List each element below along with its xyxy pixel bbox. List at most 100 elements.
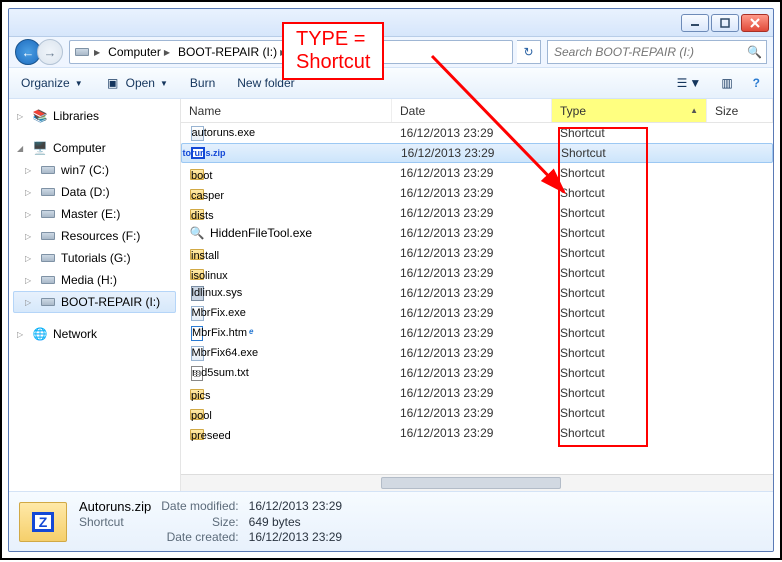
file-row[interactable]: preseed16/12/2013 23:29Shortcut — [181, 423, 773, 443]
search-exe-icon: 🔍 — [189, 225, 205, 241]
file-row[interactable]: 🔍HiddenFileTool.exe16/12/2013 23:29Short… — [181, 223, 773, 243]
command-bar: Organize▼ ▣Open▼ Burn New folder ☰▼ ▥ ? — [9, 67, 773, 99]
file-name-cell: isolinux — [181, 265, 392, 281]
column-date[interactable]: Date — [392, 99, 552, 122]
help-button[interactable]: ? — [748, 73, 765, 93]
nav-forward-button[interactable]: → — [37, 39, 63, 65]
file-row[interactable]: MbrFix.htm16/12/2013 23:29Shortcut — [181, 323, 773, 343]
details-pane: Z Autoruns.zip Date modified: 16/12/2013… — [9, 491, 773, 551]
file-date-cell: 16/12/2013 23:29 — [392, 366, 552, 380]
view-toggle[interactable]: ☰▼ — [672, 73, 707, 93]
file-row[interactable]: install16/12/2013 23:29Shortcut — [181, 243, 773, 263]
file-date-cell: 16/12/2013 23:29 — [392, 126, 552, 140]
open-button[interactable]: ▣Open▼ — [101, 72, 172, 94]
details-modified: 16/12/2013 23:29 — [249, 499, 342, 514]
organize-button[interactable]: Organize▼ — [17, 73, 87, 93]
file-type-cell: Shortcut — [552, 326, 707, 340]
file-row[interactable]: pics16/12/2013 23:29Shortcut — [181, 383, 773, 403]
nav-network[interactable]: ▷🌐Network — [13, 323, 176, 345]
folder-icon: casper — [189, 185, 205, 201]
sort-asc-icon: ▲ — [690, 106, 698, 115]
file-row[interactable]: ldlinux.sys16/12/2013 23:29Shortcut — [181, 283, 773, 303]
column-size[interactable]: Size — [707, 99, 773, 122]
refresh-button[interactable]: ↻ — [517, 40, 541, 64]
file-row[interactable]: boot16/12/2013 23:29Shortcut — [181, 163, 773, 183]
search-box[interactable]: 🔍 — [547, 40, 767, 64]
burn-button[interactable]: Burn — [186, 73, 219, 93]
file-row[interactable]: autoruns.exe16/12/2013 23:29Shortcut — [181, 123, 773, 143]
file-row[interactable]: MbrFix64.exe 16/12/2013 23:29Shortcut — [181, 343, 773, 363]
file-row[interactable]: Autoruns.zip16/12/2013 23:29Shortcut — [181, 143, 773, 163]
file-type-cell: Shortcut — [552, 366, 707, 380]
file-type-cell: Shortcut — [552, 346, 707, 360]
horizontal-scrollbar[interactable] — [181, 474, 773, 491]
file-type-cell: Shortcut — [552, 226, 707, 240]
file-date-cell: 16/12/2013 23:29 — [392, 206, 552, 220]
folder-icon: pics — [189, 385, 205, 401]
help-icon: ? — [753, 76, 760, 90]
file-date-cell: 16/12/2013 23:29 — [392, 346, 552, 360]
file-type-cell: Shortcut — [552, 186, 707, 200]
nav-drive[interactable]: ▷Master (E:) — [13, 203, 176, 225]
sys-icon: ldlinux.sys — [189, 285, 205, 301]
file-name-cell: 🔍HiddenFileTool.exe — [181, 225, 392, 241]
txt-icon: md5sum.txt — [189, 365, 205, 381]
breadcrumb-computer[interactable]: Computer▶ — [104, 45, 174, 59]
nav-drive[interactable]: ▷Data (D:) — [13, 181, 176, 203]
details-kind: Shortcut — [79, 515, 151, 529]
nav-drive[interactable]: ▷Resources (F:) — [13, 225, 176, 247]
explorer-window: ← → ▶ Computer▶ BOOT-REPAIR (I:)▶ ↻ 🔍 Or… — [8, 8, 774, 552]
nav-drive[interactable]: ▷BOOT-REPAIR (I:) — [13, 291, 176, 313]
drive-icon — [40, 272, 56, 288]
nav-computer[interactable]: ◢🖥️Computer — [13, 137, 176, 159]
file-row[interactable]: casper16/12/2013 23:29Shortcut — [181, 183, 773, 203]
file-name-cell: boot — [181, 165, 392, 181]
folder-icon: preseed — [189, 425, 205, 441]
file-name-cell: ldlinux.sys — [181, 285, 392, 301]
column-headers: Name Date Type▲ Size — [181, 99, 773, 123]
exe-icon: MbrFix.exe — [189, 305, 205, 321]
file-row[interactable]: dists16/12/2013 23:29Shortcut — [181, 203, 773, 223]
file-name-cell: preseed — [181, 425, 392, 441]
file-name-cell: pics — [181, 385, 392, 401]
close-button[interactable] — [741, 14, 769, 32]
file-date-cell: 16/12/2013 23:29 — [392, 166, 552, 180]
navigation-pane[interactable]: ▷📚Libraries ◢🖥️Computer ▷win7 (C:)▷Data … — [9, 99, 181, 491]
address-bar[interactable]: ▶ Computer▶ BOOT-REPAIR (I:)▶ — [69, 40, 513, 64]
maximize-button[interactable] — [711, 14, 739, 32]
open-icon: ▣ — [105, 75, 121, 91]
file-list-pane: Name Date Type▲ Size autoruns.exe16/12/2… — [181, 99, 773, 491]
file-row[interactable]: md5sum.txt 16/12/2013 23:29Shortcut — [181, 363, 773, 383]
file-row[interactable]: pool16/12/2013 23:29Shortcut — [181, 403, 773, 423]
exe-icon: MbrFix64.exe — [189, 345, 205, 361]
preview-pane-button[interactable]: ▥ — [716, 73, 737, 93]
nav-drive[interactable]: ▷Tutorials (G:) — [13, 247, 176, 269]
search-input[interactable] — [552, 44, 747, 60]
libraries-icon: 📚 — [32, 108, 48, 124]
file-list[interactable]: autoruns.exe16/12/2013 23:29ShortcutAuto… — [181, 123, 773, 474]
minimize-button[interactable] — [681, 14, 709, 32]
file-date-cell: 16/12/2013 23:29 — [392, 426, 552, 440]
file-name-cell: autoruns.exe — [181, 125, 392, 141]
file-name-cell: install — [181, 245, 392, 261]
address-row: ← → ▶ Computer▶ BOOT-REPAIR (I:)▶ ↻ 🔍 — [9, 37, 773, 67]
titlebar — [9, 9, 773, 37]
breadcrumb-current[interactable]: BOOT-REPAIR (I:)▶ — [174, 45, 290, 59]
nav-drive[interactable]: ▷win7 (C:) — [13, 159, 176, 181]
nav-drive[interactable]: ▷Media (H:) — [13, 269, 176, 291]
file-type-cell: Shortcut — [553, 146, 708, 160]
file-row[interactable]: MbrFix.exe16/12/2013 23:29Shortcut — [181, 303, 773, 323]
breadcrumb-sep-icon[interactable]: ▶ — [90, 48, 104, 57]
new-folder-button[interactable]: New folder — [233, 73, 298, 93]
column-name[interactable]: Name — [181, 99, 392, 122]
file-date-cell: 16/12/2013 23:29 — [392, 286, 552, 300]
drive-icon — [40, 162, 56, 178]
file-name-cell: MbrFix64.exe — [181, 345, 392, 361]
file-row[interactable]: isolinux16/12/2013 23:29Shortcut — [181, 263, 773, 283]
folder-icon: isolinux — [189, 265, 205, 281]
file-date-cell: 16/12/2013 23:29 — [392, 266, 552, 280]
column-type[interactable]: Type▲ — [552, 99, 707, 122]
nav-libraries[interactable]: ▷📚Libraries — [13, 105, 176, 127]
folder-icon: pool — [189, 405, 205, 421]
file-date-cell: 16/12/2013 23:29 — [392, 326, 552, 340]
